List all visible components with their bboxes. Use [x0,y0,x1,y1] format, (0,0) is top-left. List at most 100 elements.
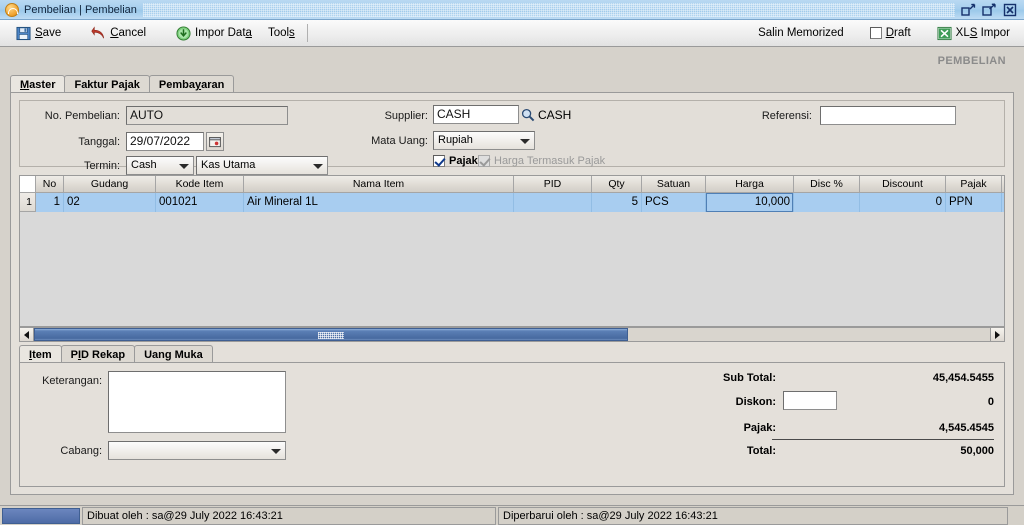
cell-disc-pct[interactable] [794,193,860,212]
col-header-disc-pct[interactable]: Disc % [794,176,860,193]
scroll-right-button[interactable] [990,328,1004,341]
referensi-field[interactable] [820,106,956,125]
draft-checkbox-box[interactable] [869,27,882,39]
tanggal-calendar-button[interactable] [206,132,224,151]
diskon-label: Diskon: [735,396,776,408]
impor-data-button[interactable]: Impor Data [168,22,260,44]
draft-checkbox[interactable]: Draft [862,22,919,44]
pajak-total-value: 4,545.4545 [938,422,994,434]
scrollbar-track[interactable] [34,328,990,341]
cell-satuan[interactable]: PCS [642,193,706,212]
cell-extra[interactable] [1002,193,1004,212]
save-label: Save [35,27,62,39]
cell-pajak[interactable]: PPN [946,193,1002,212]
tab-pid-rekap[interactable]: PID Rekap [60,345,136,363]
col-header-harga[interactable]: Harga [706,176,794,193]
total-label: Total: [746,445,776,457]
cancel-label: Cancel [110,27,147,39]
tab-uang-muka[interactable]: Uang Muka [134,345,213,363]
undo-arrow-icon [91,25,105,38]
header-fields-group: No. Pembelian: AUTO Tanggal: 29/07/2022 … [19,100,1005,175]
cell-kode-item[interactable]: 001021 [156,193,244,212]
tab-item[interactable]: Item [19,345,62,363]
cell-no[interactable]: 1 [36,193,64,212]
title-bar-texture [142,2,955,17]
supplier-field[interactable]: CASH [433,105,519,124]
col-header-pajak[interactable]: Pajak [946,176,1002,193]
tab-pembayaran[interactable]: Pembayaran [148,75,235,93]
supplier-lookup-button[interactable] [519,105,537,124]
tanggal-field[interactable]: 29/07/2022 [126,132,204,151]
col-header-discount[interactable]: Discount [860,176,946,193]
cell-qty[interactable]: 5 [592,193,642,212]
triangle-left-icon [24,330,29,339]
termin-akun-select[interactable]: Kas Utama [196,156,328,175]
excel-icon [937,26,952,40]
termin-akun-value: Kas Utama [201,159,256,171]
status-bar: Dibuat oleh : sa@29 July 2022 16:43:21 D… [0,505,1024,525]
cell-harga[interactable]: 10,000 [706,193,794,212]
cell-gudang[interactable]: 02 [64,193,156,212]
pajak-total-label: Pajak: [743,422,776,434]
col-header-gudang[interactable]: Gudang [64,176,156,193]
status-updated-text: Diperbarui oleh : sa@29 July 2022 16:43:… [498,506,1008,525]
tools-button[interactable]: Tools [260,22,303,44]
calendar-icon [209,136,221,147]
col-header-no[interactable]: No [36,176,64,193]
salin-memorized-label: Salin Memorized [758,27,844,39]
save-icon [16,26,31,40]
col-header-pid[interactable]: PID [514,176,592,193]
cell-discount[interactable]: 0 [860,193,946,212]
cabang-label: Cabang: [60,445,102,457]
grid-empty-area[interactable] [20,212,1004,307]
search-icon [521,108,535,121]
termin-select[interactable]: Cash [126,156,194,175]
table-row[interactable]: 1 1 02 001021 Air Mineral 1L 5 PCS 10,00… [20,193,1004,212]
pajak-label: Pajak [449,155,478,167]
keterangan-textarea[interactable] [108,371,286,433]
chevron-down-icon [313,163,323,169]
grid-corner-cell [20,176,36,193]
cell-nama-item[interactable]: Air Mineral 1L [244,193,514,212]
col-header-extra[interactable] [1002,176,1004,193]
harga-termasuk-pajak-checkbox: Harga Termasuk Pajak [478,155,605,167]
supplier-name-text: CASH [538,108,572,122]
pajak-checkbox[interactable]: Pajak [433,155,478,167]
supplier-label: Supplier: [384,110,428,122]
detail-panel: Keterangan: Cabang: Sub Total: 45,454.54… [19,362,1005,487]
scroll-left-button[interactable] [20,328,34,341]
row-header-cell[interactable]: 1 [20,193,36,212]
col-header-nama-item[interactable]: Nama Item [244,176,514,193]
xls-impor-button[interactable]: XLS Impor [929,22,1018,44]
cell-pid[interactable] [514,193,592,212]
col-header-kode-item[interactable]: Kode Item [156,176,244,193]
pajak-checkbox-box[interactable] [433,155,445,167]
xls-impor-label: XLS Impor [955,27,1010,39]
diskon-input[interactable] [783,391,837,410]
toolbar-right-group: Salin Memorized Draft XLS Impor [750,22,1024,44]
tab-master[interactable]: Master [10,75,66,93]
salin-memorized-button[interactable]: Salin Memorized [750,22,852,44]
restore-window-button[interactable] [961,3,976,17]
scrollbar-thumb[interactable] [34,328,628,341]
main-toolbar: Save Cancel Impor Data Tools Salin Memor… [0,20,1024,47]
tab-faktur-pajak[interactable]: Faktur Pajak [64,75,150,93]
no-pembelian-field[interactable]: AUTO [126,106,288,125]
save-button[interactable]: Save [8,22,69,44]
close-window-button[interactable] [1003,3,1018,17]
items-grid-header: No Gudang Kode Item Nama Item PID Qty Sa… [20,176,1004,193]
referensi-label: Referensi: [761,110,812,122]
col-header-qty[interactable]: Qty [592,176,642,193]
col-header-satuan[interactable]: Satuan [642,176,706,193]
cabang-select[interactable] [108,441,286,460]
mata-uang-select[interactable]: Rupiah [433,131,535,150]
cancel-button[interactable]: Cancel [83,22,154,44]
no-pembelian-label: No. Pembelian: [44,110,120,122]
sub-total-value: 45,454.5455 [932,372,994,384]
harga-termasuk-pajak-label: Harga Termasuk Pajak [494,155,606,167]
grid-horizontal-scrollbar[interactable] [19,327,1005,342]
items-grid[interactable]: No Gudang Kode Item Nama Item PID Qty Sa… [19,175,1005,327]
chevron-down-icon [271,448,281,454]
detail-tabstrip: Item PID Rekap Uang Muka [19,345,1005,363]
maximize-window-button[interactable] [982,3,997,17]
